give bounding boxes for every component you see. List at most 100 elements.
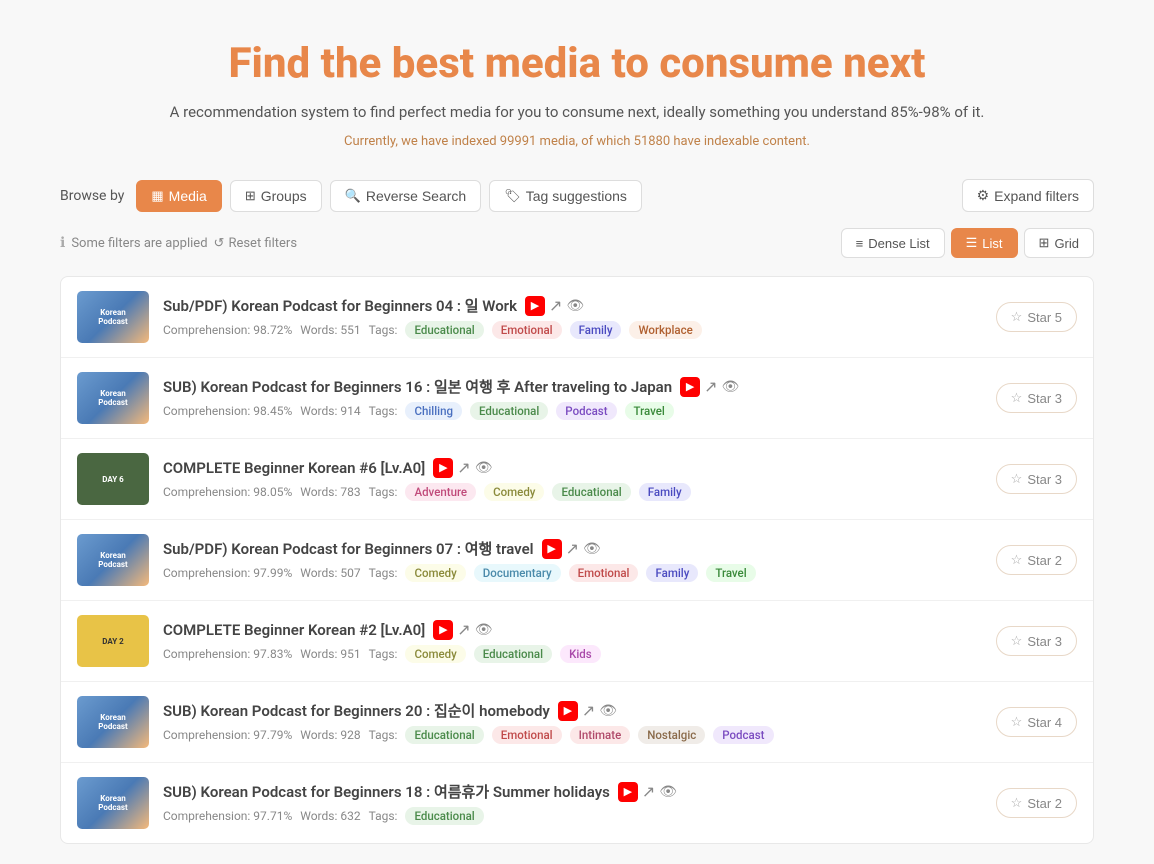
star-button[interactable]: ☆ Star 3: [996, 383, 1077, 413]
star-button[interactable]: ☆ Star 2: [996, 545, 1077, 575]
star-button[interactable]: ☆ Star 4: [996, 707, 1077, 737]
media-item: KoreanPodcast Sub/PDF) Korean Podcast fo…: [61, 520, 1093, 601]
star-count: Star 3: [1027, 472, 1062, 487]
media-title: COMPLETE Beginner Korean #6 [Lv.A0]: [163, 459, 425, 477]
tags-label: Tags:: [369, 728, 398, 742]
external-link-icon[interactable]: ↗: [457, 458, 470, 477]
comprehension-label: Comprehension: 98.45%: [163, 404, 292, 418]
media-icons: ▶ ↗ 👁: [433, 620, 492, 640]
tag: Kids: [560, 645, 601, 663]
browse-label: Browse by: [60, 188, 124, 204]
star-icon: ☆: [1011, 390, 1023, 406]
tags-label: Tags:: [369, 485, 398, 499]
youtube-icon[interactable]: ▶: [542, 539, 562, 559]
external-link-icon[interactable]: ↗: [642, 782, 655, 801]
hero-section: Find the best media to consume next A re…: [60, 40, 1094, 149]
tag: Travel: [625, 402, 674, 420]
media-thumbnail: DAY 2: [77, 615, 149, 667]
list-icon: ☰: [966, 235, 978, 251]
media-item: DAY 6 COMPLETE Beginner Korean #6 [Lv.A0…: [61, 439, 1093, 520]
star-button[interactable]: ☆ Star 2: [996, 788, 1077, 818]
star-button[interactable]: ☆ Star 3: [996, 464, 1077, 494]
media-title-row: SUB) Korean Podcast for Beginners 16 : 일…: [163, 376, 982, 397]
youtube-icon[interactable]: ▶: [618, 782, 638, 802]
star-button[interactable]: ☆ Star 5: [996, 302, 1077, 332]
expand-filters-button[interactable]: ⚙ Expand filters: [962, 179, 1094, 212]
tag: Comedy: [405, 564, 465, 582]
tags-label: Tags:: [369, 404, 398, 418]
filter-info: ℹ Some filters are applied ↺ Reset filte…: [60, 235, 297, 251]
media-thumbnail: KoreanPodcast: [77, 534, 149, 586]
media-item: KoreanPodcast SUB) Korean Podcast for Be…: [61, 682, 1093, 763]
external-link-icon[interactable]: ↗: [566, 539, 579, 558]
youtube-icon[interactable]: ▶: [433, 620, 453, 640]
media-title-row: Sub/PDF) Korean Podcast for Beginners 04…: [163, 295, 982, 316]
star-icon: ☆: [1011, 714, 1023, 730]
eye-icon[interactable]: 👁: [599, 703, 617, 719]
view-grid-label: Grid: [1054, 236, 1079, 251]
tags-label: Tags:: [369, 647, 398, 661]
browse-reverse-button[interactable]: 🔍 Reverse Search: [330, 180, 482, 212]
youtube-icon[interactable]: ▶: [558, 701, 578, 721]
tags-icon: 🏷: [504, 188, 521, 204]
external-link-icon[interactable]: ↗: [549, 296, 562, 315]
external-link-icon[interactable]: ↗: [704, 377, 717, 396]
tag: Educational: [405, 321, 483, 339]
star-icon: ☆: [1011, 309, 1023, 325]
words-label: Words: 632: [300, 809, 360, 823]
browse-reverse-label: Reverse Search: [366, 188, 466, 204]
words-label: Words: 551: [300, 323, 360, 337]
media-title: SUB) Korean Podcast for Beginners 20 : 집…: [163, 700, 550, 721]
info-icon: ℹ: [60, 235, 65, 251]
filter-info-text: Some filters are applied: [71, 236, 207, 251]
media-meta: Comprehension: 98.45% Words: 914 Tags: C…: [163, 402, 982, 420]
star-icon: ☆: [1011, 471, 1023, 487]
media-info: SUB) Korean Podcast for Beginners 20 : 집…: [163, 700, 982, 744]
media-title-row: COMPLETE Beginner Korean #6 [Lv.A0] ▶ ↗ …: [163, 458, 982, 478]
star-icon: ☆: [1011, 552, 1023, 568]
media-title: COMPLETE Beginner Korean #2 [Lv.A0]: [163, 621, 425, 639]
page-subtitle: A recommendation system to find perfect …: [60, 100, 1094, 124]
star-button[interactable]: ☆ Star 3: [996, 626, 1077, 656]
view-dense-button[interactable]: ≡ Dense List: [841, 228, 945, 258]
external-link-icon[interactable]: ↗: [582, 701, 595, 720]
media-info: Sub/PDF) Korean Podcast for Beginners 07…: [163, 538, 982, 582]
eye-icon[interactable]: 👁: [583, 541, 601, 557]
tag: Educational: [474, 645, 552, 663]
tags-label: Tags:: [369, 809, 398, 823]
media-meta: Comprehension: 98.72% Words: 551 Tags: E…: [163, 321, 982, 339]
eye-icon[interactable]: 👁: [475, 460, 493, 476]
view-grid-button[interactable]: ⊞ Grid: [1024, 228, 1094, 258]
tag: Comedy: [484, 483, 544, 501]
reverse-icon: 🔍: [345, 188, 361, 204]
words-label: Words: 951: [300, 647, 360, 661]
media-thumbnail: KoreanPodcast: [77, 291, 149, 343]
browse-groups-button[interactable]: ⊞ Groups: [230, 180, 322, 212]
media-title-row: SUB) Korean Podcast for Beginners 18 : 여…: [163, 781, 982, 802]
reset-filters-button[interactable]: ↺ Reset filters: [214, 236, 298, 251]
eye-icon[interactable]: 👁: [659, 784, 677, 800]
browse-media-button[interactable]: ▦ Media: [136, 180, 221, 212]
star-count: Star 5: [1027, 310, 1062, 325]
media-title-row: Sub/PDF) Korean Podcast for Beginners 07…: [163, 538, 982, 559]
words-label: Words: 928: [300, 728, 360, 742]
view-list-button[interactable]: ☰ List: [951, 228, 1018, 258]
tag: Educational: [552, 483, 630, 501]
tag: Chilling: [405, 402, 462, 420]
eye-icon[interactable]: 👁: [566, 298, 584, 314]
media-icons: ▶ ↗ 👁: [618, 782, 677, 802]
eye-icon[interactable]: 👁: [475, 622, 493, 638]
tag: Educational: [470, 402, 548, 420]
comprehension-label: Comprehension: 97.83%: [163, 647, 292, 661]
external-link-icon[interactable]: ↗: [457, 620, 470, 639]
star-count: Star 2: [1027, 796, 1062, 811]
eye-icon[interactable]: 👁: [722, 379, 740, 395]
star-count: Star 4: [1027, 715, 1062, 730]
youtube-icon[interactable]: ▶: [525, 296, 545, 316]
tag: Documentary: [474, 564, 561, 582]
grid-icon: ⊞: [1039, 235, 1050, 251]
youtube-icon[interactable]: ▶: [433, 458, 453, 478]
star-icon: ☆: [1011, 633, 1023, 649]
youtube-icon[interactable]: ▶: [680, 377, 700, 397]
browse-tags-button[interactable]: 🏷 Tag suggestions: [489, 180, 642, 212]
